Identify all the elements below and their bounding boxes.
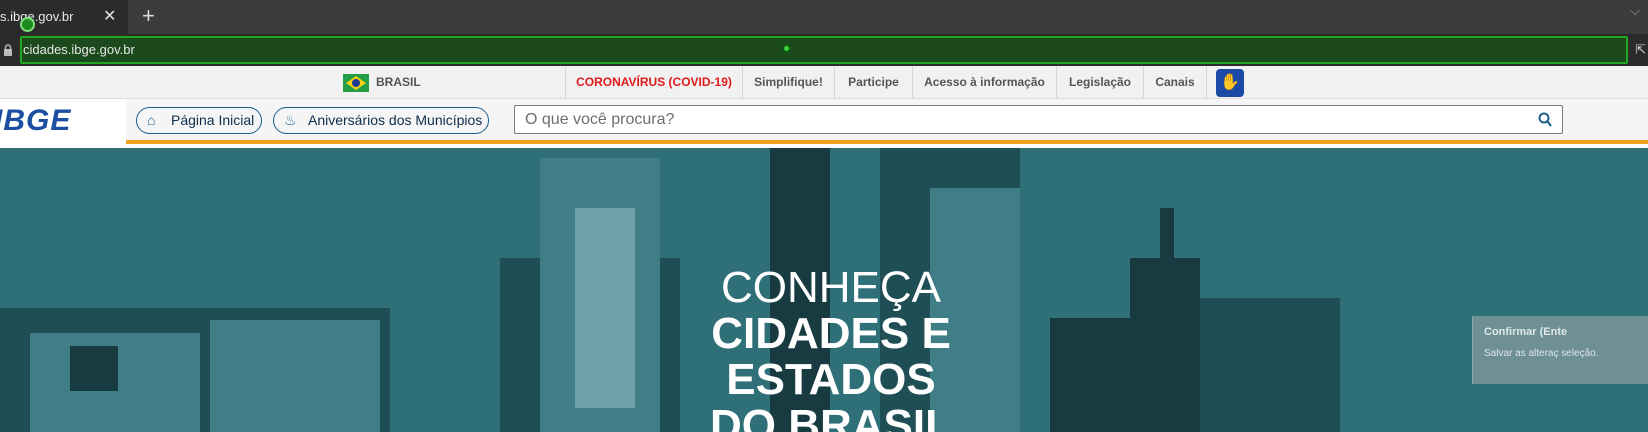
address-bar-row: cidades.ibge.gov.br [0,34,1648,66]
close-tab-icon[interactable]: ✕ [103,0,116,34]
gov-link-simplifique[interactable]: Simplifique! [742,66,834,99]
gov-brasil-label: BRASIL [376,75,421,89]
gov-link-canais[interactable]: Canais [1143,66,1207,99]
popup-body: Salvar as alteraç seleção. [1484,348,1599,359]
site-header: IBGE ⌂ Página Inicial ♨ Aniversários dos… [0,99,1648,144]
share-icon[interactable]: ⇱ [1635,42,1646,58]
browser-tab-bar: s.ibge.gov.br ✕ + ⌵ [0,0,1648,34]
confirm-popup[interactable]: Confirmar (Ente Salvar as alteraç seleçã… [1472,316,1648,384]
building-shape [210,320,380,432]
new-tab-button[interactable]: + [142,0,155,32]
hero-line-3: ESTADOS [726,355,936,404]
gov-link-participe[interactable]: Participe [834,66,912,99]
building-shape [1050,318,1130,432]
tab-title: s.ibge.gov.br [0,9,74,24]
brazil-flag-icon [343,74,369,92]
popup-title: Confirmar (Ente [1484,326,1568,338]
home-button[interactable]: ⌂ Página Inicial [136,107,262,134]
gov-link-acesso[interactable]: Acesso à informação [912,66,1056,99]
building-window [575,208,635,408]
extension-ring-icon[interactable] [20,17,35,32]
gov-link-covid[interactable]: CORONAVÍRUS (COVID-19) [565,66,742,99]
libras-accessibility-icon[interactable]: ✋ [1216,69,1244,97]
building-window [70,346,118,391]
url-input[interactable]: cidades.ibge.gov.br [20,36,1628,64]
building-spire [1160,208,1174,268]
search-placeholder: O que você procura? [525,111,675,128]
status-dot-icon [782,44,791,53]
logo-container[interactable]: IBGE [0,99,126,144]
home-label: Página Inicial [171,112,255,128]
hero-line-2: CIDADES E [711,309,951,358]
gov-link-legislacao[interactable]: Legislação [1056,66,1143,99]
search-input[interactable]: O que você procura? [514,105,1563,134]
browser-tab[interactable]: s.ibge.gov.br ✕ [0,0,128,34]
tab-search-icon[interactable]: ⌵ [1630,3,1640,19]
ibge-logo: IBGE [0,104,72,137]
lock-icon [4,44,12,56]
gov-brasil-link[interactable]: BRASIL [330,66,445,99]
gov-bar: BRASIL CORONAVÍRUS (COVID-19) Simplifiqu… [0,66,1648,99]
hero-line-4: DO BRASIL [710,401,952,432]
cake-icon: ♨ [284,112,297,128]
hero-banner: CONHEÇA CIDADES E ESTADOS DO BRASIL [0,148,1648,432]
anniversaries-label: Aniversários dos Municípios [308,112,483,128]
building-shape [1200,298,1340,432]
hero-line-1: CONHEÇA [720,263,942,312]
search-icon[interactable] [1538,112,1552,128]
home-icon: ⌂ [147,112,156,128]
building-shape [1130,258,1200,432]
anniversaries-button[interactable]: ♨ Aniversários dos Municípios [273,107,489,134]
hero-title: CONHEÇA CIDADES E ESTADOS DO BRASIL [700,265,962,432]
